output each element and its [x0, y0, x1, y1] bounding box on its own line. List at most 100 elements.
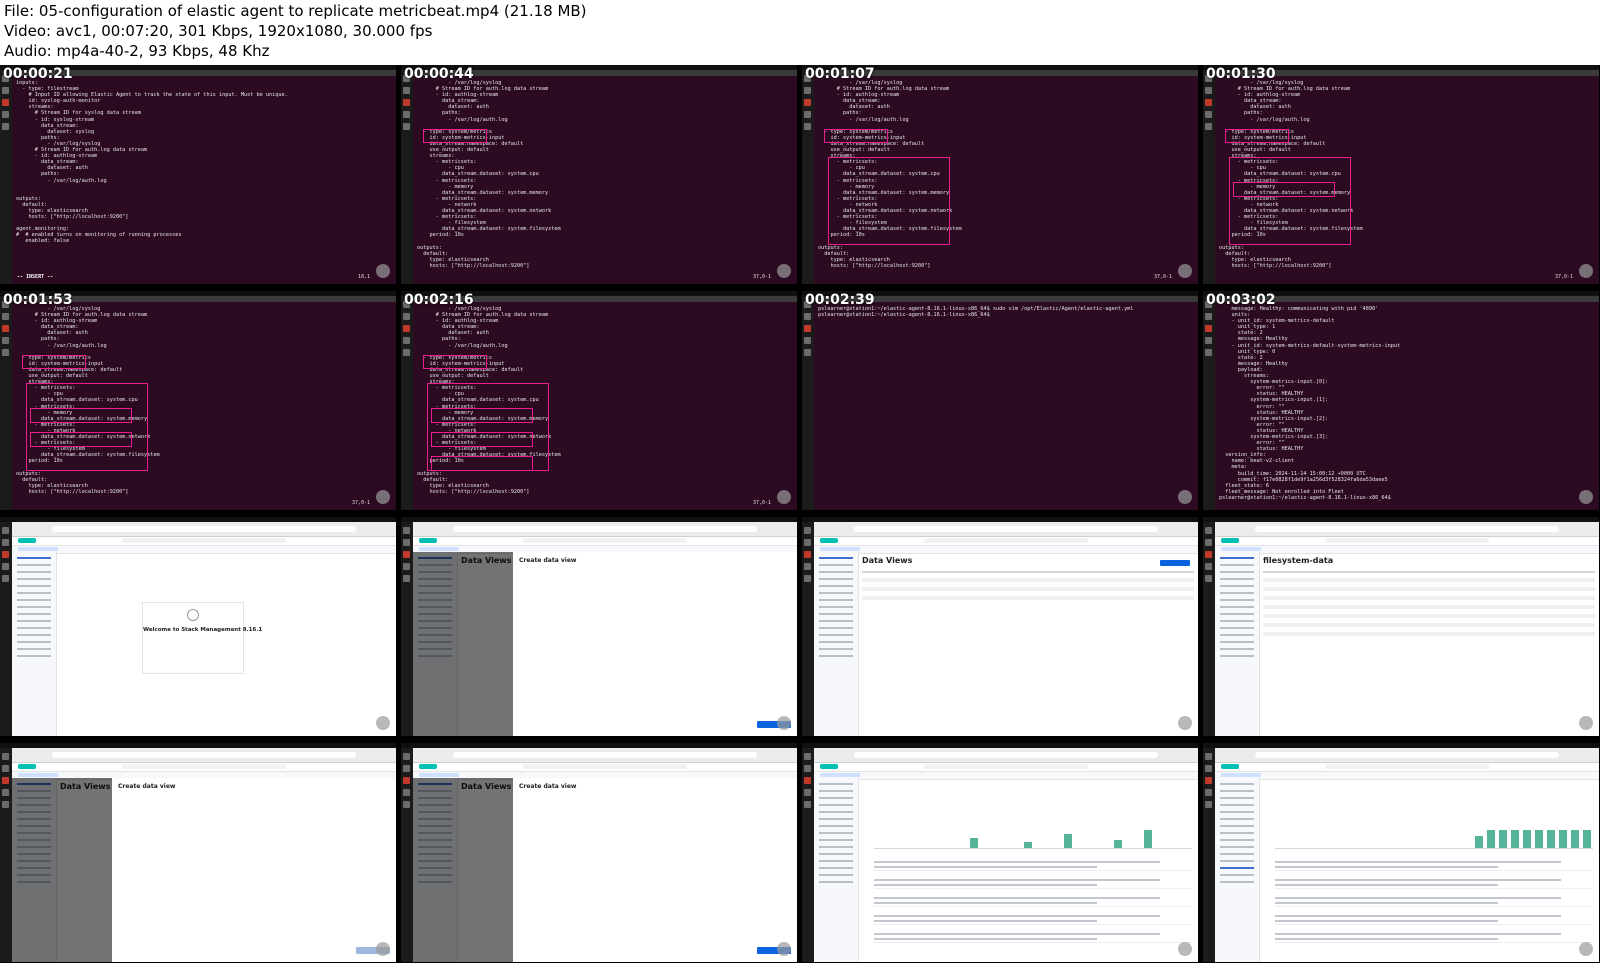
thumbnail-1[interactable]: 00:00:21 inputs: - type: filestream # In… — [0, 65, 396, 284]
elastic-logo-icon[interactable] — [820, 764, 838, 769]
create-data-view-button[interactable] — [1160, 560, 1190, 566]
highlight-box — [1225, 129, 1289, 143]
watermark-icon — [1579, 264, 1593, 278]
browser-window — [814, 748, 1198, 962]
highlight-box — [423, 129, 487, 143]
discover-field-list — [1215, 778, 1260, 962]
watermark-icon — [1178, 490, 1192, 504]
document-row[interactable] — [1275, 894, 1593, 907]
address-bar[interactable] — [1255, 752, 1559, 758]
app-dock — [802, 70, 814, 284]
highlight-box — [828, 157, 950, 245]
terminal-window: pslearner@station1:~/elastic-agent-8.16.… — [814, 296, 1198, 510]
browser-window: filesystem-data — [1215, 522, 1599, 736]
app-dock — [0, 748, 12, 962]
thumbnail-12[interactable]: filesystem-data — [1203, 517, 1599, 736]
app-dock — [1203, 522, 1215, 736]
document-row[interactable] — [874, 894, 1192, 907]
elastic-logo-icon[interactable] — [820, 538, 838, 543]
thumbnail-timestamp: 00:01:53 — [3, 292, 73, 308]
global-search-input[interactable] — [924, 764, 1088, 769]
browser-window: Data Views — [814, 522, 1198, 736]
data-view-fields: filesystem-data — [1263, 556, 1595, 732]
thumbnail-3[interactable]: 00:01:07 - /var/log/syslog # Stream ID f… — [802, 65, 1198, 284]
elastic-logo-icon[interactable] — [1221, 764, 1239, 769]
highlight-box — [431, 432, 533, 447]
document-row[interactable] — [1275, 858, 1593, 871]
flyout-title: Create data view — [519, 557, 577, 564]
management-sidebar — [12, 552, 57, 736]
address-bar[interactable] — [52, 752, 356, 758]
data-views-list: Data Views — [862, 556, 1194, 732]
cursor-position: 18,1 — [357, 274, 370, 280]
elastic-logo-icon[interactable] — [419, 764, 437, 769]
global-search-input[interactable] — [1325, 764, 1489, 769]
highlight-box — [824, 129, 888, 143]
app-dock — [802, 296, 814, 510]
browser-window: Welcome to Stack Management 8.16.1 — [12, 522, 396, 736]
thumbnail-9[interactable]: Welcome to Stack Management 8.16.1 — [0, 517, 396, 736]
elastic-logo-icon[interactable] — [419, 538, 437, 543]
address-bar[interactable] — [52, 526, 356, 532]
thumbnail-16[interactable] — [1203, 743, 1599, 962]
watermark-icon — [1579, 716, 1593, 730]
app-dock — [401, 296, 413, 510]
address-bar[interactable] — [854, 752, 1158, 758]
thumbnail-timestamp: 00:03:02 — [1206, 292, 1276, 308]
data-view-name: filesystem-data — [1263, 556, 1334, 565]
thumbnail-15[interactable] — [802, 743, 1198, 962]
document-row[interactable] — [874, 876, 1192, 889]
address-bar[interactable] — [453, 526, 757, 532]
welcome-title: Welcome to Stack Management 8.16.1 — [143, 627, 263, 633]
document-row[interactable] — [1275, 876, 1593, 889]
thumbnail-5[interactable]: 00:01:53 - /var/log/syslog # Stream ID f… — [0, 291, 396, 510]
create-data-view-flyout: Create data view — [513, 778, 797, 962]
terminal-window: - /var/log/syslog # Stream ID for auth.l… — [814, 70, 1198, 284]
document-row[interactable] — [874, 858, 1192, 871]
thumbnail-7[interactable]: 00:02:39 pslearner@station1:~/elastic-ag… — [802, 291, 1198, 510]
thumbnail-4[interactable]: 00:01:30 - /var/log/syslog # Stream ID f… — [1203, 65, 1599, 284]
vim-mode: -- INSERT -- — [17, 274, 54, 280]
highlight-box — [30, 432, 132, 447]
global-search-input[interactable] — [122, 764, 286, 769]
flyout-title: Create data view — [118, 783, 176, 790]
thumbnail-11[interactable]: Data Views — [802, 517, 1198, 736]
global-search-input[interactable] — [924, 538, 1088, 543]
watermark-icon — [1178, 264, 1192, 278]
global-search-input[interactable] — [523, 764, 687, 769]
browser-window: Data Views Create data view — [12, 748, 396, 962]
address-bar[interactable] — [453, 752, 757, 758]
thumbnail-6[interactable]: 00:02:16 - /var/log/syslog # Stream ID f… — [401, 291, 797, 510]
highlight-box — [431, 456, 533, 471]
thumbnail-10[interactable]: Data Views Create data view — [401, 517, 797, 736]
elastic-logo-icon[interactable] — [18, 764, 36, 769]
management-icon — [187, 609, 199, 621]
management-sidebar — [1215, 552, 1260, 736]
document-row[interactable] — [1275, 930, 1593, 943]
watermark-icon — [777, 942, 791, 956]
thumbnail-8[interactable]: 00:03:02 message: Healthy: communicating… — [1203, 291, 1599, 510]
app-dock — [1203, 748, 1215, 962]
thumbnail-13[interactable]: Data Views Create data view — [0, 743, 396, 962]
document-row[interactable] — [874, 912, 1192, 925]
elastic-logo-icon[interactable] — [18, 538, 36, 543]
cursor-position: 37,0-1 — [752, 274, 771, 280]
address-bar[interactable] — [854, 526, 1158, 532]
cursor-position: 37,0-1 — [351, 500, 370, 506]
address-bar[interactable] — [1255, 526, 1559, 532]
elastic-logo-icon[interactable] — [1221, 538, 1239, 543]
thumbnail-2[interactable]: 00:00:44 - /var/log/syslog # Stream ID f… — [401, 65, 797, 284]
thumbnail-14[interactable]: Data Views Create data view — [401, 743, 797, 962]
terminal-window: message: Healthy: communicating with pid… — [1215, 296, 1599, 510]
global-search-input[interactable] — [1325, 538, 1489, 543]
app-dock — [802, 748, 814, 962]
global-search-input[interactable] — [523, 538, 687, 543]
cursor-position: 37,0-1 — [1554, 274, 1573, 280]
app-dock — [1203, 296, 1215, 510]
global-search-input[interactable] — [122, 538, 286, 543]
watermark-icon — [1579, 490, 1593, 504]
document-row[interactable] — [874, 930, 1192, 943]
document-row[interactable] — [1275, 912, 1593, 925]
cursor-position: 37,0-1 — [1153, 274, 1172, 280]
browser-window — [1215, 748, 1599, 962]
